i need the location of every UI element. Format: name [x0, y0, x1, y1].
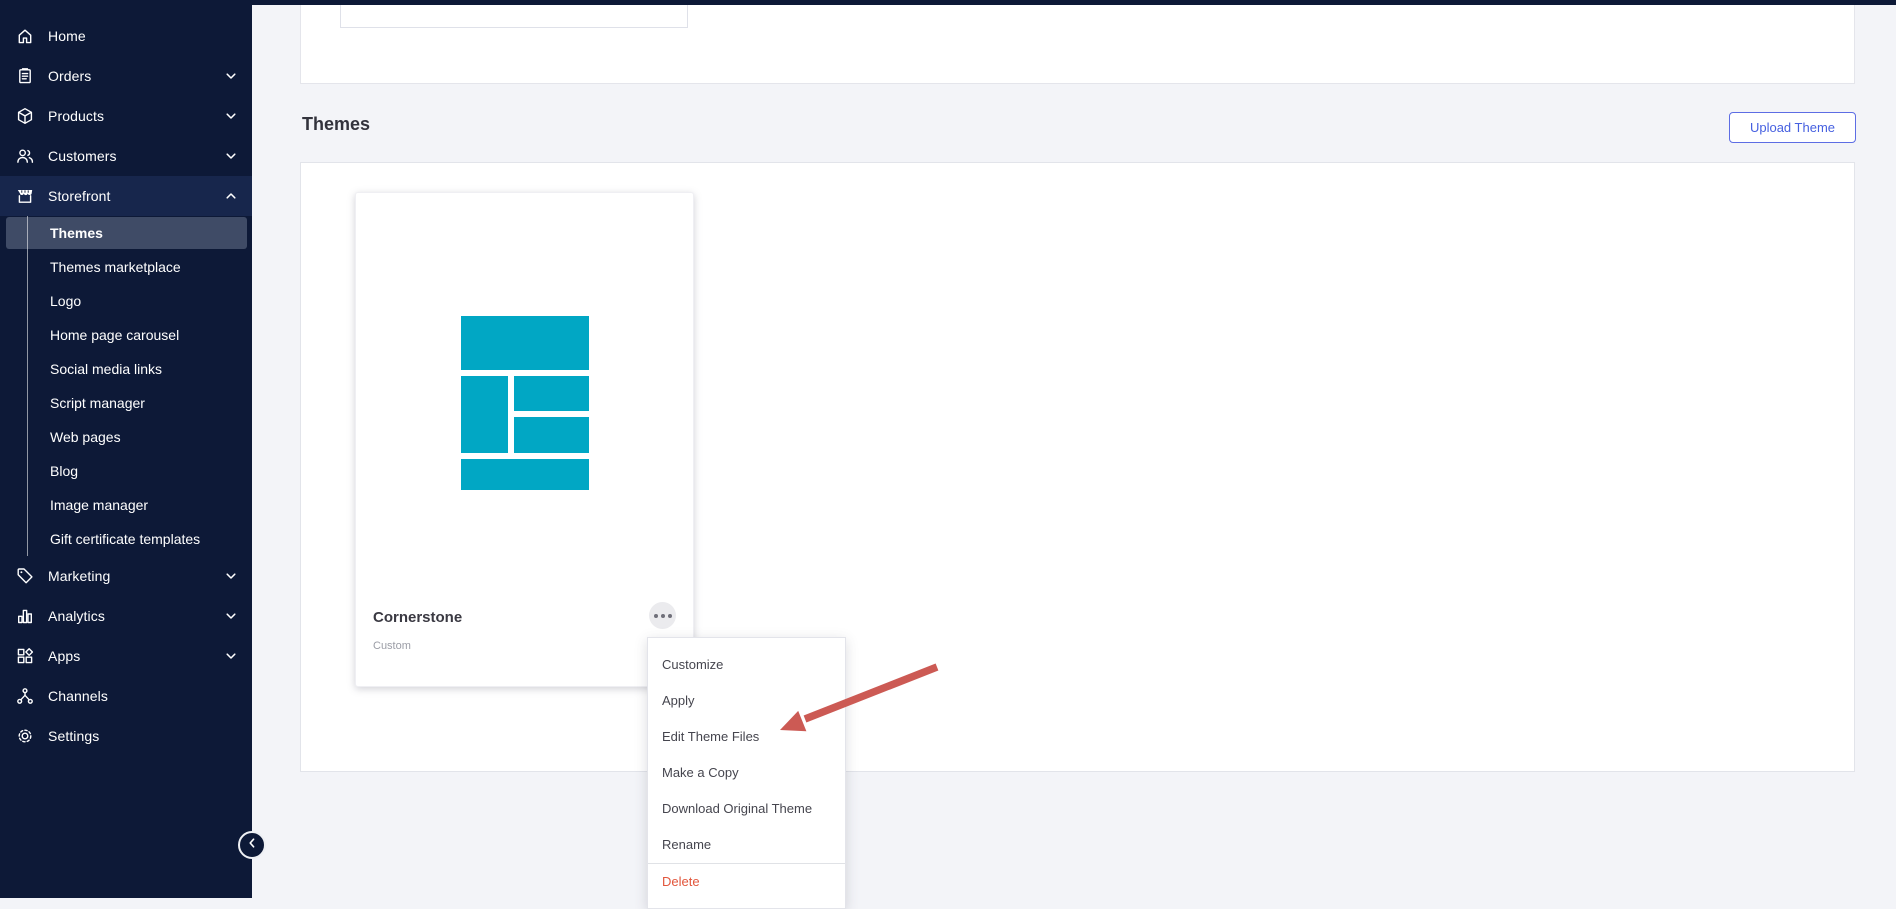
menu-item-edit-theme-files[interactable]: Edit Theme Files	[648, 719, 845, 755]
sidebar-item-label: Themes	[50, 225, 103, 241]
sidebar: Home Orders Products Customers Storefron…	[0, 0, 252, 898]
customers-icon	[15, 146, 35, 166]
sidebar-item-web-pages[interactable]: Web pages	[0, 420, 252, 454]
sidebar-item-label: Marketing	[48, 568, 110, 584]
sidebar-item-label: Image manager	[50, 497, 148, 513]
page-title: Themes	[302, 114, 370, 135]
chevron-down-icon	[223, 608, 239, 624]
sidebar-item-label: Logo	[50, 293, 81, 309]
chevron-up-icon	[223, 188, 239, 204]
sidebar-item-analytics[interactable]: Analytics	[0, 596, 252, 636]
sidebar-item-label: Analytics	[48, 608, 105, 624]
sidebar-item-label: Home page carousel	[50, 327, 179, 343]
apps-icon	[15, 646, 35, 666]
orders-icon	[15, 66, 35, 86]
chevron-down-icon	[223, 648, 239, 664]
sidebar-item-products[interactable]: Products	[0, 96, 252, 136]
sidebar-collapse-button[interactable]	[238, 831, 266, 859]
cornerstone-theme-thumbnail	[461, 316, 589, 490]
menu-item-rename[interactable]: Rename	[648, 827, 845, 863]
sidebar-item-label: Storefront	[48, 188, 110, 204]
sidebar-item-blog[interactable]: Blog	[0, 454, 252, 488]
sidebar-item-label: Themes marketplace	[50, 259, 181, 275]
upload-theme-button[interactable]: Upload Theme	[1729, 112, 1856, 143]
sidebar-item-themes[interactable]: Themes	[0, 216, 252, 250]
sidebar-item-gift-certificate-templates[interactable]: Gift certificate templates	[0, 522, 252, 556]
sidebar-item-customers[interactable]: Customers	[0, 136, 252, 176]
sidebar-item-themes-marketplace[interactable]: Themes marketplace	[0, 250, 252, 284]
products-icon	[15, 106, 35, 126]
chevron-down-icon	[223, 68, 239, 84]
storefront-icon	[15, 186, 35, 206]
previous-section-panel	[300, 5, 1855, 84]
menu-item-download-original-theme[interactable]: Download Original Theme	[648, 791, 845, 827]
sidebar-item-storefront[interactable]: Storefront	[0, 176, 252, 216]
home-icon	[15, 26, 35, 46]
page-background: { "colors": { "sidebar_bg": "#0d1937", "…	[0, 0, 1896, 898]
sidebar-item-home-page-carousel[interactable]: Home page carousel	[0, 318, 252, 352]
sidebar-item-label: Web pages	[50, 429, 121, 445]
sidebar-subnav-storefront: Themes Themes marketplace Logo Home page ca…	[0, 216, 252, 556]
theme-actions-menu: CustomizeApplyEdit Theme FilesMake a Cop…	[647, 637, 846, 909]
sidebar-item-label: Settings	[48, 728, 99, 744]
theme-card: Cornerstone Custom	[355, 192, 694, 687]
sidebar-item-channels[interactable]: Channels	[0, 676, 252, 716]
sidebar-item-marketing[interactable]: Marketing	[0, 556, 252, 596]
menu-item-customize[interactable]: Customize	[648, 647, 845, 683]
ellipsis-icon	[654, 614, 672, 618]
sidebar-item-label: Social media links	[50, 361, 162, 377]
thumbnail-block	[514, 417, 589, 453]
theme-actions-button[interactable]	[649, 602, 676, 629]
thumbnail-block	[514, 376, 589, 411]
chevron-down-icon	[223, 148, 239, 164]
thumbnail-block	[461, 376, 508, 453]
sidebar-item-label: Home	[48, 28, 86, 44]
sidebar-item-script-manager[interactable]: Script manager	[0, 386, 252, 420]
settings-icon	[15, 726, 35, 746]
theme-type-badge: Custom	[373, 640, 411, 652]
channels-icon	[15, 686, 35, 706]
sidebar-item-orders[interactable]: Orders	[0, 56, 252, 96]
sidebar-item-home[interactable]: Home	[0, 16, 252, 56]
marketing-icon	[15, 566, 35, 586]
menu-item-apply[interactable]: Apply	[648, 683, 845, 719]
subnav-tree-line	[27, 216, 28, 556]
sidebar-item-image-manager[interactable]: Image manager	[0, 488, 252, 522]
sidebar-item-label: Channels	[48, 688, 108, 704]
sidebar-item-label: Orders	[48, 68, 91, 84]
sidebar-item-label: Customers	[48, 148, 117, 164]
analytics-icon	[15, 606, 35, 626]
previous-section-partial-box	[340, 5, 688, 28]
sidebar-item-apps[interactable]: Apps	[0, 636, 252, 676]
sidebar-item-label: Gift certificate templates	[50, 531, 200, 547]
sidebar-item-logo[interactable]: Logo	[0, 284, 252, 318]
chevron-down-icon	[223, 568, 239, 584]
sidebar-item-label: Apps	[48, 648, 80, 664]
menu-item-delete[interactable]: Delete	[648, 864, 845, 900]
menu-item-make-a-copy[interactable]: Make a Copy	[648, 755, 845, 791]
sidebar-item-label: Products	[48, 108, 104, 124]
sidebar-item-social-media-links[interactable]: Social media links	[0, 352, 252, 386]
theme-name: Cornerstone	[373, 609, 462, 626]
thumbnail-block	[461, 459, 589, 490]
chevron-left-icon	[245, 836, 259, 855]
sidebar-item-label: Blog	[50, 463, 78, 479]
sidebar-item-settings[interactable]: Settings	[0, 716, 252, 756]
sidebar-nav: Home Orders Products Customers Storefron…	[0, 16, 252, 756]
chevron-down-icon	[223, 108, 239, 124]
sidebar-item-label: Script manager	[50, 395, 145, 411]
thumbnail-block	[461, 316, 589, 370]
